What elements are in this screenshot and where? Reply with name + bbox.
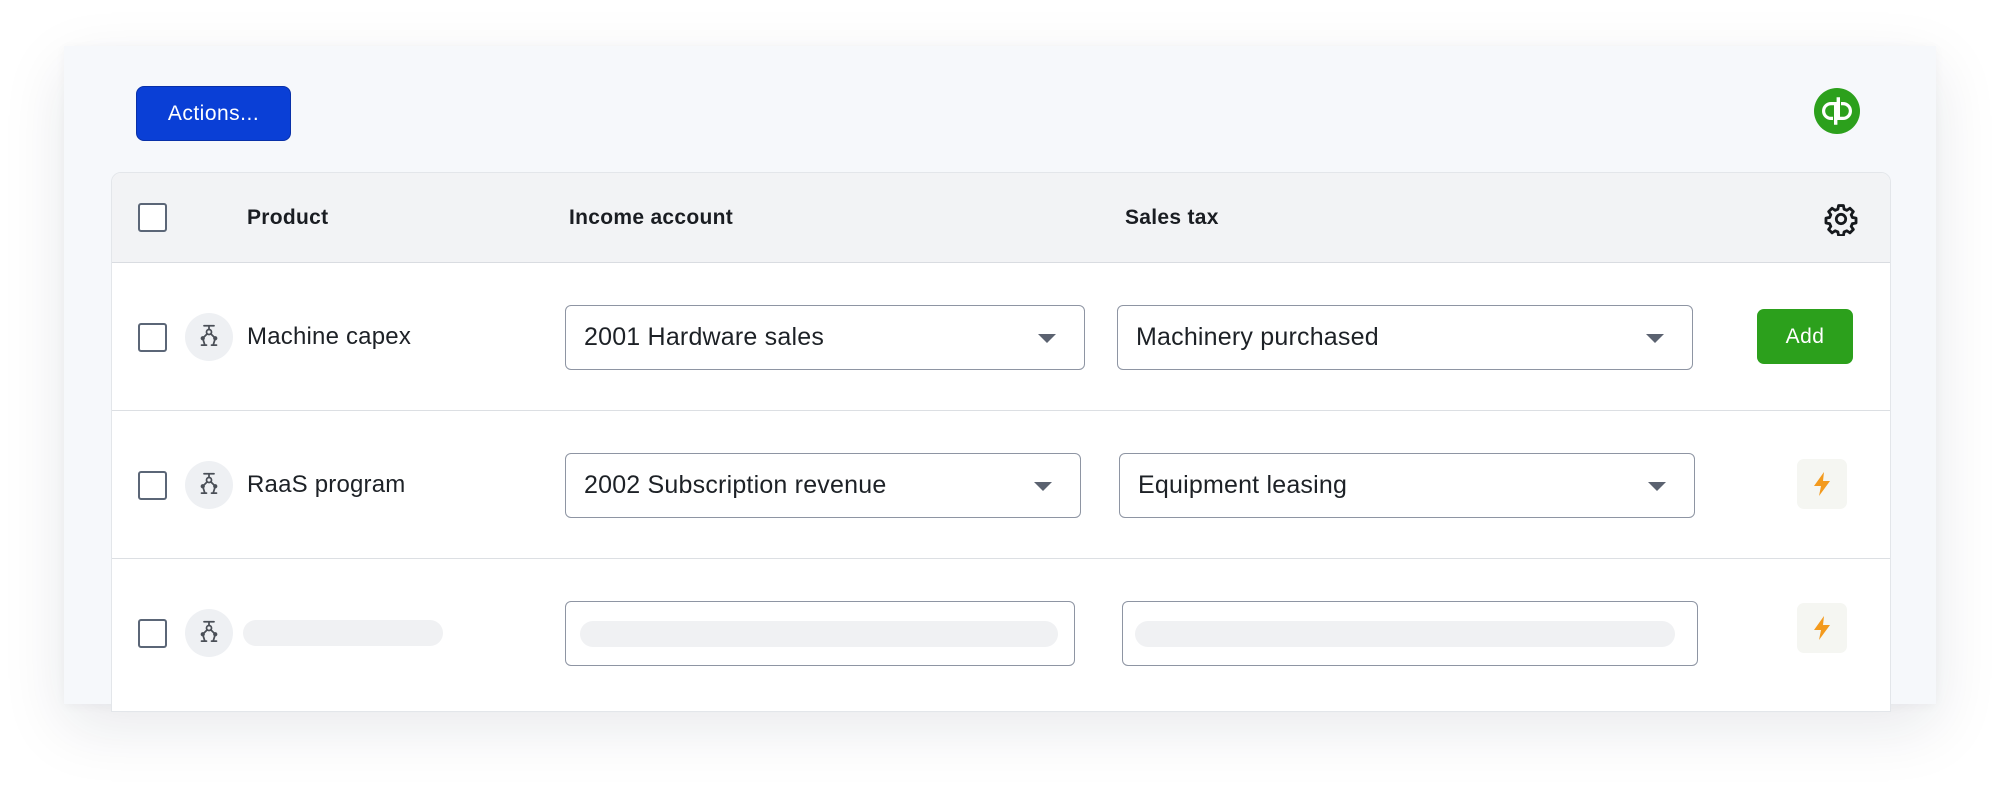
chevron-down-icon xyxy=(1648,482,1666,491)
row-checkbox[interactable] xyxy=(138,323,167,352)
quickbooks-logo-icon xyxy=(1814,88,1860,134)
column-header-income-account: Income account xyxy=(569,206,734,229)
product-avatar xyxy=(185,461,233,509)
product-avatar xyxy=(185,313,233,361)
table-row: RaaS program 2002 Subscription revenue E… xyxy=(112,411,1890,559)
income-account-select[interactable]: 2001 Hardware sales xyxy=(565,305,1085,370)
auto-map-button[interactable] xyxy=(1797,603,1847,653)
sales-tax-value: Machinery purchased xyxy=(1136,323,1379,351)
income-account-select[interactable] xyxy=(565,601,1075,666)
lightning-bolt-icon xyxy=(1814,616,1830,640)
robot-arm-icon xyxy=(200,324,218,346)
income-account-skeleton xyxy=(580,621,1058,647)
lightning-bolt-icon xyxy=(1814,472,1830,496)
income-account-select[interactable]: 2002 Subscription revenue xyxy=(565,453,1081,518)
robot-arm-icon xyxy=(200,620,218,642)
product-mapping-table: Product Income account Sales tax Machine… xyxy=(111,172,1891,712)
table-header: Product Income account Sales tax xyxy=(112,173,1890,263)
chevron-down-icon xyxy=(1646,334,1664,343)
auto-map-button[interactable] xyxy=(1797,459,1847,509)
add-button[interactable]: Add xyxy=(1757,309,1853,364)
row-checkbox[interactable] xyxy=(138,619,167,648)
chevron-down-icon xyxy=(1034,482,1052,491)
robot-arm-icon xyxy=(200,472,218,494)
sales-tax-select[interactable] xyxy=(1122,601,1698,666)
chevron-down-icon xyxy=(1038,334,1056,343)
product-avatar xyxy=(185,609,233,657)
sales-tax-skeleton xyxy=(1135,621,1675,647)
table-row: Machine capex 2001 Hardware sales Machin… xyxy=(112,263,1890,411)
select-all-checkbox[interactable] xyxy=(138,203,167,232)
row-checkbox[interactable] xyxy=(138,471,167,500)
product-name: RaaS program xyxy=(247,471,406,498)
column-header-sales-tax: Sales tax xyxy=(1125,206,1219,229)
column-header-product: Product xyxy=(247,206,329,229)
product-name-skeleton xyxy=(243,620,443,646)
product-name: Machine capex xyxy=(247,323,412,350)
table-row-loading xyxy=(112,559,1890,711)
gear-icon[interactable] xyxy=(1824,202,1858,236)
sales-tax-value: Equipment leasing xyxy=(1138,471,1348,499)
sales-tax-select[interactable]: Machinery purchased xyxy=(1117,305,1693,370)
sales-tax-select[interactable]: Equipment leasing xyxy=(1119,453,1695,518)
actions-button[interactable]: Actions... xyxy=(136,86,291,141)
income-account-value: 2002 Subscription revenue xyxy=(584,471,887,499)
income-account-value: 2001 Hardware sales xyxy=(584,323,825,351)
